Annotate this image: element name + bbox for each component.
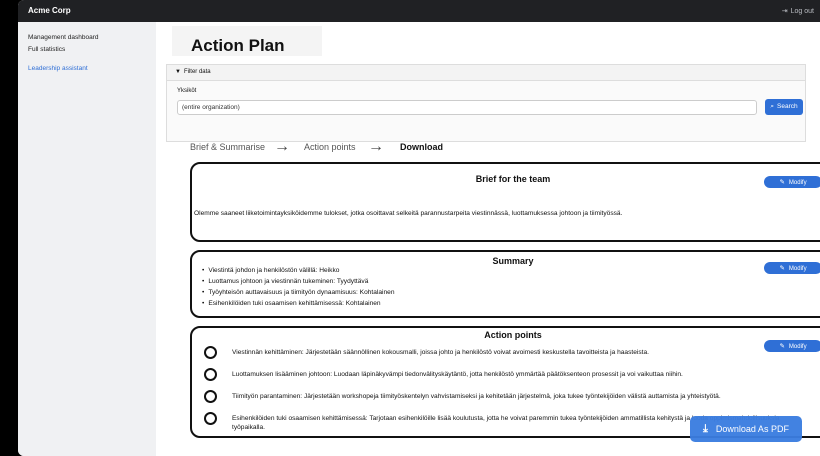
units-select[interactable]: [177, 100, 757, 115]
brand-name: Acme Corp: [28, 6, 71, 15]
summary-item: Esihenkilöiden tuki osaamisen kehittämis…: [202, 298, 395, 309]
modify-brief-button[interactable]: ✎ Modify: [764, 176, 820, 188]
sidebar-item-management-dashboard[interactable]: Management dashboard: [28, 34, 98, 41]
search-button[interactable]: ⌕ Search: [765, 99, 803, 115]
pencil-icon: ✎: [779, 179, 785, 186]
summary-item: Viestintä johdon ja henkilöstön välillä:…: [202, 265, 395, 276]
action-points-title: Action points: [484, 330, 542, 340]
filter-panel: ▼Filter data Yksiköt ⌕Search: [166, 64, 806, 142]
arrow-right-icon: →: [274, 138, 290, 155]
top-bar: Acme Corp ⇥ Log out: [18, 0, 820, 22]
search-icon: ⌕: [770, 103, 775, 110]
filter-toggle[interactable]: ▼ Filter data: [167, 65, 805, 81]
logout-label: Log out: [790, 8, 814, 15]
logout-icon: ⇥: [781, 8, 788, 15]
page-title: Action Plan: [191, 36, 285, 55]
action-point-item: Tiimityön parantaminen: Järjestetään wor…: [204, 390, 814, 406]
download-icon: ⤓: [703, 422, 708, 435]
filter-header-label: Filter data: [183, 69, 211, 75]
sidebar-item-full-statistics[interactable]: Full statistics: [28, 46, 65, 53]
action-point-text: Luottamuksen lisääminen johtoon: Luodaan…: [232, 371, 683, 378]
action-point-item: Luottamuksen lisääminen johtoon: Luodaan…: [204, 368, 814, 384]
modify-label: Modify: [788, 266, 807, 272]
sidebar-item-leadership-assistant[interactable]: Leadership assistant: [28, 65, 88, 72]
action-point-radio[interactable]: [204, 390, 217, 403]
brief-card: Brief for the team ✎ Modify Olemme saanee…: [190, 162, 820, 242]
summary-card: Summary ✎Modify Viestintä johdon ja henk…: [190, 250, 820, 318]
summary-item: Työyhteisön auttavaisuus ja tiimityön dy…: [202, 287, 394, 298]
modify-summary-button[interactable]: ✎ Modify: [764, 262, 820, 274]
download-pdf-button[interactable]: ⤓ Download As PDF: [690, 416, 802, 442]
brief-title: Brief for the team: [475, 174, 551, 184]
sidebar: Management dashboard Full statistics Lea…: [18, 22, 156, 456]
action-point-radio[interactable]: [204, 412, 217, 425]
action-point-radio[interactable]: [204, 368, 217, 381]
main-content: Action Plan ▼Filter data Yksiköt ⌕Search…: [156, 22, 820, 456]
step-download[interactable]: Download: [400, 142, 443, 152]
step-brief-summarise[interactable]: Brief & Summarise: [190, 142, 265, 152]
brief-text: Olemme saaneet liiketoimintayksiköidemme…: [194, 210, 623, 217]
action-point-text: Tiimityön parantaminen: Järjestetään wor…: [232, 393, 721, 400]
action-point-text: Viestinnän kehittäminen: Järjestetään sä…: [232, 349, 649, 356]
search-label: Search: [777, 103, 798, 110]
action-point-radio[interactable]: [204, 346, 217, 359]
logout-link[interactable]: ⇥ Log out: [782, 7, 814, 15]
pencil-icon: ✎: [779, 265, 785, 272]
summary-list: Viestintä johdon ja henkilöstön välillä:…: [202, 265, 395, 309]
arrow-right-icon: →: [368, 138, 384, 155]
summary-item: Luottamus johtoon ja viestinnän tukemine…: [202, 276, 395, 287]
triangle-down-icon: ▼: [175, 69, 181, 75]
action-point-item: Viestinnän kehittäminen: Järjestetään sä…: [204, 346, 814, 362]
app-window: Acme Corp ⇥ Log out Management dashboard …: [18, 0, 820, 456]
step-action-points[interactable]: Action points: [304, 142, 356, 152]
modify-label: Modify: [788, 180, 807, 186]
download-label: Download As PDF: [715, 423, 789, 434]
units-label: Yksiköt: [177, 88, 197, 94]
